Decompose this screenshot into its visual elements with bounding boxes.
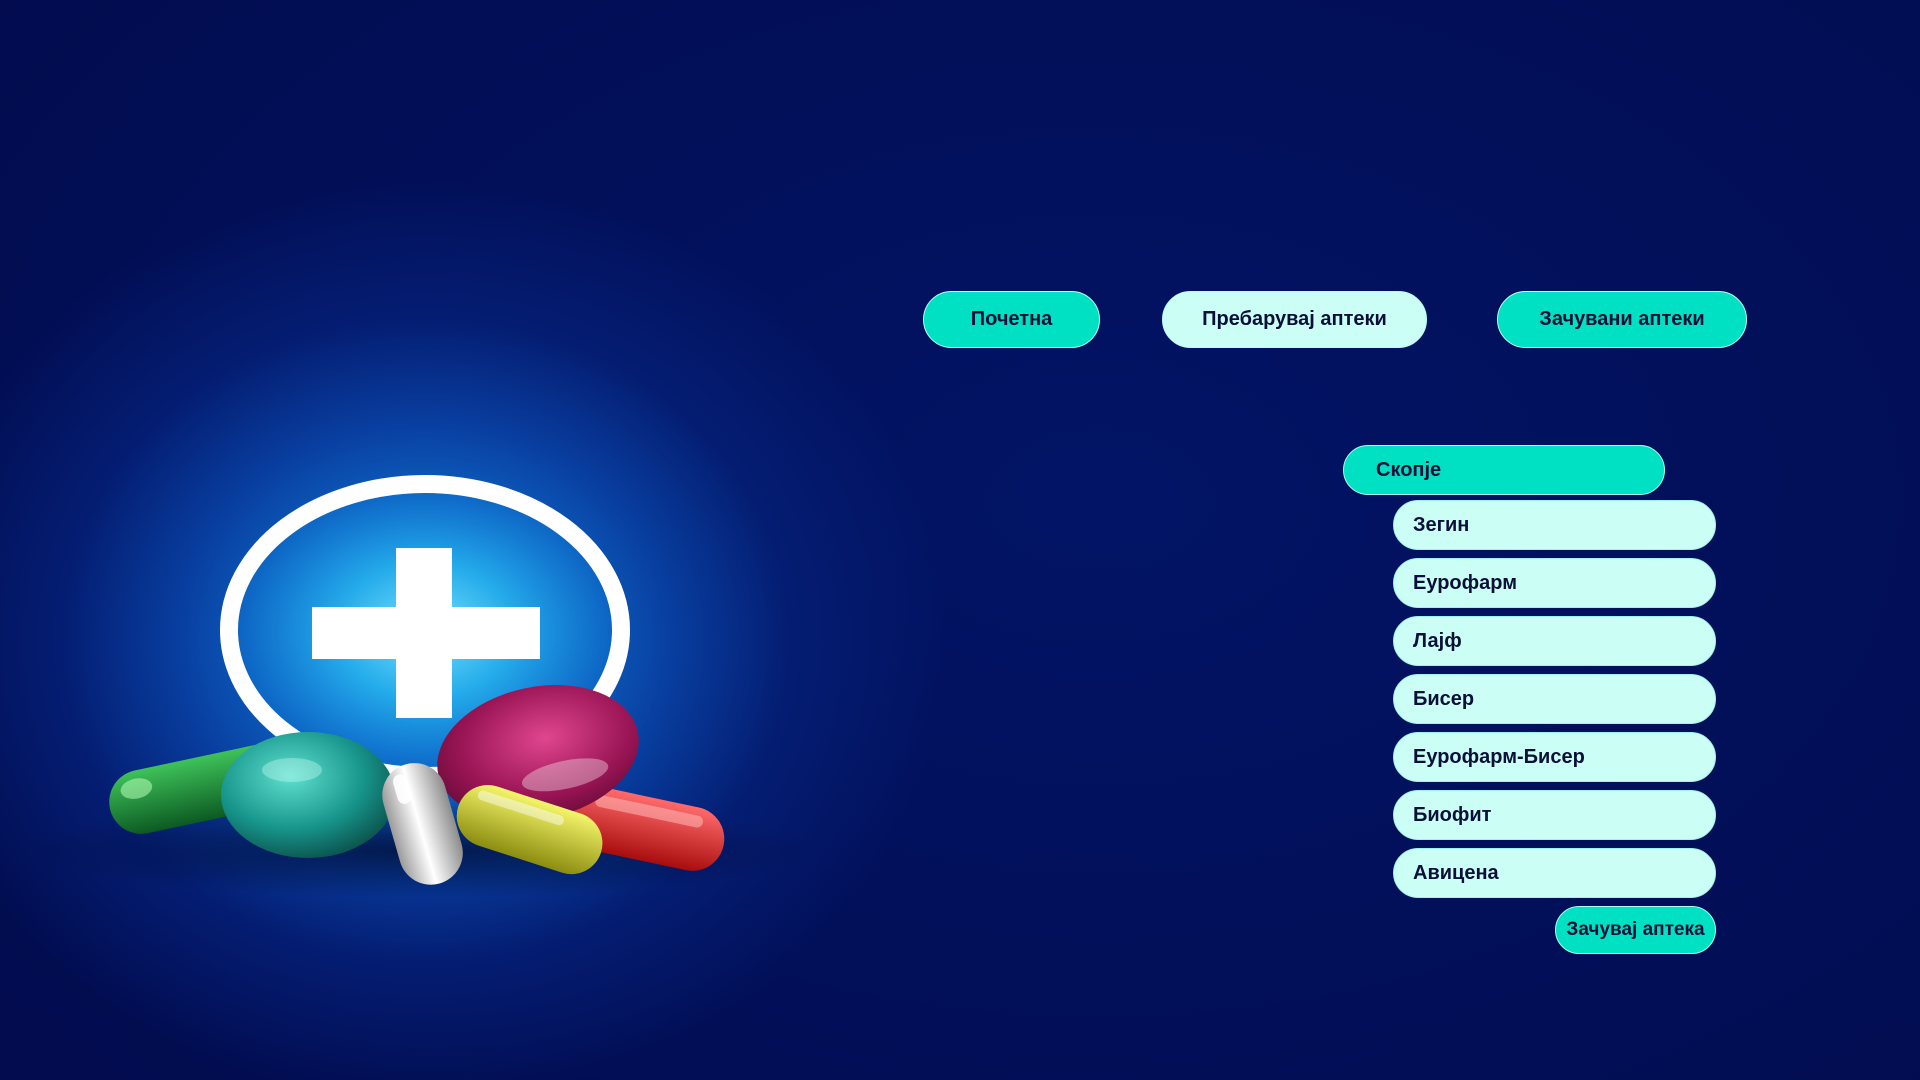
city-dropdown[interactable]: Скопје (1343, 445, 1665, 495)
pharmacy-list: Зегин Еурофарм Лајф Бисер Еурофарм-Бисер… (1393, 500, 1716, 906)
medical-cross-pills-icon (0, 380, 860, 940)
nav-saved-pharmacies-button[interactable]: Зачувани аптеки (1497, 291, 1747, 348)
pharmacy-option[interactable]: Бисер (1393, 674, 1716, 724)
pharmacy-option[interactable]: Зегин (1393, 500, 1716, 550)
pharmacy-option[interactable]: Лајф (1393, 616, 1716, 666)
pharmacy-option[interactable]: Еурофарм (1393, 558, 1716, 608)
save-pharmacy-button[interactable]: Зачувај аптека (1555, 906, 1716, 954)
city-dropdown-value: Скопје (1376, 458, 1442, 481)
pharmacy-option[interactable]: Еурофарм-Бисер (1393, 732, 1716, 782)
nav-home-button[interactable]: Почетна (923, 291, 1100, 348)
nav-search-pharmacies-button[interactable]: Пребарувај аптеки (1162, 291, 1427, 348)
pharmacy-option[interactable]: Биофит (1393, 790, 1716, 840)
pharmacy-option[interactable]: Авицена (1393, 848, 1716, 898)
